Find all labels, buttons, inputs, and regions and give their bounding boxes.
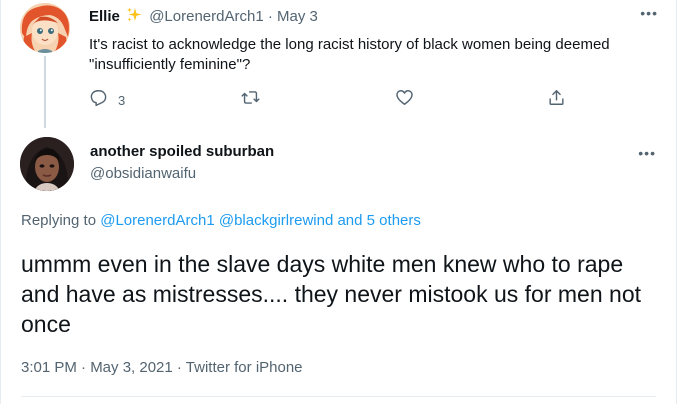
display-name[interactable]: another spoiled suburban — [90, 143, 274, 161]
replying-and: and — [337, 212, 363, 229]
tweet-text: It's racist to acknowledge the long raci… — [89, 36, 610, 73]
like-button[interactable] — [395, 90, 414, 110]
reply-count: 3 — [118, 92, 126, 108]
tweet-thread: Ellie @LorenerdArch1 · May 3 ••• It's ra… — [0, 0, 677, 404]
parent-tweet-header: Ellie @LorenerdArch1 · May 3 — [89, 7, 318, 26]
share-icon — [547, 88, 566, 112]
reply-button[interactable]: 3 — [89, 90, 125, 110]
meta-separator: · — [267, 8, 273, 25]
avatar[interactable] — [20, 3, 70, 53]
parent-tweet[interactable]: Ellie @LorenerdArch1 · May 3 ••• It's ra… — [1, 0, 677, 128]
divider — [21, 396, 656, 397]
tweet-date[interactable]: May 3 — [277, 8, 318, 25]
tweet-timestamp[interactable]: 3:01 PM · May 3, 2021 · Twitter for iPho… — [21, 358, 303, 378]
reply-icon — [89, 88, 108, 112]
share-button[interactable] — [547, 90, 566, 110]
display-name[interactable]: Ellie — [89, 8, 120, 25]
retweet-icon — [241, 88, 260, 112]
handle[interactable]: @obsidianwaifu — [90, 165, 196, 183]
others-link[interactable]: 5 others — [367, 212, 421, 229]
mention-link[interactable]: @LorenerdArch1 — [100, 212, 214, 229]
mention-link[interactable]: @blackgirlrewind — [219, 212, 333, 229]
sparkles-emoji-icon — [126, 7, 142, 23]
avatar[interactable] — [20, 137, 74, 191]
retweet-button[interactable] — [241, 90, 260, 110]
replying-prefix: Replying to — [21, 212, 97, 229]
more-options-icon[interactable]: ••• — [638, 146, 656, 160]
like-icon — [395, 88, 414, 112]
replying-to: Replying to @LorenerdArch1 @blackgirlrew… — [21, 211, 421, 231]
tweet-actions: 3 — [89, 90, 659, 110]
more-options-icon[interactable]: ••• — [640, 6, 658, 20]
handle[interactable]: @LorenerdArch1 — [149, 8, 263, 25]
thread-connector-line — [44, 56, 46, 128]
tweet-text: ummm even in the slave days white men kn… — [21, 251, 642, 337]
